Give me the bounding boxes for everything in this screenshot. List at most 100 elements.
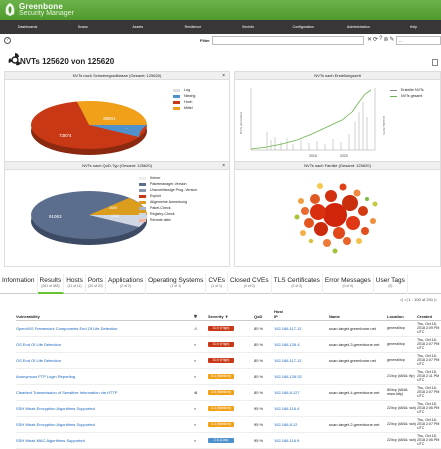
result-hostname: scan-target-3.greenbone.net	[329, 336, 387, 353]
result-vulnerability[interactable]: Cleartext Transmission of Sensitive Info…	[16, 384, 194, 401]
solution-type-icon: ⊗	[194, 384, 208, 401]
nav-resilience[interactable]: Resilience	[165, 25, 220, 29]
creation-legend: Erstellte NVTs NVTs gesamt	[390, 88, 424, 100]
new-dashboard-icon[interactable]	[432, 59, 438, 66]
tab-applications[interactable]: Applications (2 of 2)	[106, 274, 147, 294]
tab-cves[interactable]: CVEs (1 of 1)	[206, 274, 228, 294]
result-vulnerability[interactable]: OS End Of Life Detection	[16, 352, 194, 369]
result-location: 21/tcp (IANA: ftp)	[387, 368, 417, 385]
solution-type-icon: ⚠	[194, 320, 208, 337]
greenbone-logo-icon[interactable]	[3, 2, 17, 17]
nav-dashboards[interactable]: Dashboards	[0, 25, 55, 29]
nav-secinfo[interactable]: SecInfo	[221, 25, 276, 29]
filter-input[interactable]	[212, 36, 364, 45]
refresh-icon[interactable]: ⟳	[373, 36, 378, 43]
result-ip[interactable]: 192.168.126.4	[274, 336, 329, 353]
table-row[interactable]: SSH Weak Encryption Algorithms Supported…	[16, 400, 441, 417]
pagination[interactable]: ◁ ◁ 1 - 100 of 241 ▷	[400, 297, 437, 302]
result-vulnerability[interactable]: Anonymous FTP Login Reporting	[16, 368, 194, 385]
table-row[interactable]: Anonymous FTP Login Reporting ≈6.4 (Mediu…	[16, 368, 441, 385]
result-ip[interactable]: 192.168.8.127	[274, 384, 329, 401]
brand-subtitle: Security Manager	[19, 10, 74, 17]
tab-closed-cves[interactable]: Closed CVEs (0 of 0)	[228, 274, 272, 294]
clear-filter-icon[interactable]: ✕	[367, 36, 372, 43]
family-panel: NVTs nach Familie (Gesamt: 125620)	[234, 161, 441, 267]
result-vulnerability[interactable]: OpenVAS Framework Components End Of Life…	[16, 320, 194, 337]
tab-user-tags[interactable]: User Tags (0)	[374, 274, 408, 294]
table-row[interactable]: Cleartext Transmission of Sensitive Info…	[16, 384, 441, 401]
col-name[interactable]: Name	[329, 305, 387, 321]
creation-bars	[266, 102, 368, 150]
qod-panel-title: NVTs nach QoD-Typ (Gesamt: 125620)	[82, 163, 152, 168]
reset-filter-icon[interactable]: ⊚	[383, 36, 388, 43]
result-ip[interactable]: 192.168.116.9	[274, 432, 329, 449]
table-row[interactable]: OS End Of Life Detection ≈10.0 (High) 80 %…	[16, 336, 441, 353]
family-panel-title: NVTs nach Familie (Gesamt: 125620)	[304, 163, 371, 168]
filter-help-icon[interactable]: ?	[379, 36, 382, 43]
result-ip[interactable]: 192.168.126.52	[274, 368, 329, 385]
page-title: NVTs 125620 von 125620	[20, 57, 115, 66]
tab-ports[interactable]: Ports (20 of 20)	[86, 274, 107, 294]
result-severity: 10.0 (High)	[208, 320, 254, 337]
qod-panel: NVTs nach QoD-Typ (Gesamt: 125620) × 910…	[4, 161, 230, 267]
legend-high: Hoch	[173, 100, 195, 104]
tab-tls-certificates[interactable]: TLS Certificates (2 of 2)	[272, 274, 323, 294]
col-qod[interactable]: QoD	[254, 305, 274, 321]
result-ip[interactable]: 192.168.116.4	[274, 400, 329, 417]
solution-type-icon: ≈	[194, 368, 208, 385]
result-created: Thu, Oct 18, 2018 2:07 PM UTC	[417, 384, 441, 401]
nav-help[interactable]: Help	[386, 25, 441, 29]
nav-administration[interactable]: Administration	[331, 25, 386, 29]
legend-created: Erstellte NVTs	[390, 88, 424, 92]
result-qod: 80 %	[254, 352, 274, 369]
tab-operating-systems[interactable]: Operating Systems (1 of 1)	[146, 274, 207, 294]
creation-time-chart[interactable]: NVTs (kumuliert) Erstellte NVTs 2015 202…	[237, 82, 387, 164]
col-created[interactable]: Created	[417, 305, 441, 321]
table-row[interactable]: OpenVAS Framework Components End Of Life…	[16, 320, 441, 337]
nav-configuration[interactable]: Configuration	[276, 25, 331, 29]
result-location: 80/tcp (IANA: www-http)	[387, 384, 417, 401]
edit-filter-icon[interactable]: ✎	[389, 36, 394, 43]
tab-error-messages[interactable]: Error Messages (0 of 0)	[323, 274, 374, 294]
creation-y2-label: Erstellte NVTs	[382, 116, 386, 135]
col-severity[interactable]: Severity ▼	[208, 305, 254, 321]
pie-label-medium: 39501	[103, 116, 116, 121]
solution-type-icon: ≈	[194, 336, 208, 353]
result-severity: 10.0 (High)	[208, 352, 254, 369]
nav-scans[interactable]: Scans	[55, 25, 110, 29]
family-bubble-chart[interactable]	[235, 171, 440, 267]
close-icon[interactable]: ×	[222, 162, 225, 170]
result-hostname: scan-target.greenbone.net	[329, 352, 387, 369]
severity-pie-chart[interactable]: 39501 73874 ...	[13, 81, 173, 166]
solution-type-icon: ≈	[194, 352, 208, 369]
results-table: Vulnerability ⛨ Severity ▼ QoD Host IP Na…	[16, 305, 441, 449]
help-icon[interactable]: ?	[4, 37, 11, 44]
table-header-row: Vulnerability ⛨ Severity ▼ QoD Host IP Na…	[16, 305, 441, 321]
table-row[interactable]: SSH Weak MAC Algorithms Supported ≈2.6 (L…	[16, 432, 441, 449]
result-vulnerability[interactable]: SSH Weak Encryption Algorithms Supported	[16, 400, 194, 417]
result-created: Thu, Oct 18, 2018 2:07 PM UTC	[417, 352, 441, 369]
result-location: general/tcp	[387, 352, 417, 369]
result-location: general/tcp	[387, 336, 417, 353]
table-row[interactable]: OS End Of Life Detection ≈10.0 (High) 80 %…	[16, 352, 441, 369]
col-location[interactable]: Location	[387, 305, 417, 321]
close-icon[interactable]: ×	[222, 72, 225, 80]
result-qod: 95 %	[254, 400, 274, 417]
result-ip[interactable]: 192.168.117.12	[274, 352, 329, 369]
result-ip[interactable]: 192.168.117.12	[274, 320, 329, 337]
result-vulnerability[interactable]: OS End Of Life Detection	[16, 336, 194, 353]
filter-select[interactable]: --	[396, 36, 441, 45]
result-location: general/tcp	[387, 320, 417, 337]
tab-results[interactable]: Results (261 of 383)	[37, 274, 65, 294]
result-vulnerability[interactable]: SSH Weak MAC Algorithms Supported	[16, 432, 194, 449]
result-hostname	[329, 400, 387, 417]
result-created: Thu, Oct 18, 2018 2:06 PM UTC	[417, 432, 441, 449]
tab-hosts[interactable]: Hosts (11 of 11)	[64, 274, 86, 294]
severity-bar: 4.3 (Medium)	[208, 422, 234, 427]
result-created: Thu, Oct 18, 2018 2:11 PM UTC	[417, 368, 441, 385]
col-ip[interactable]: Host IP	[274, 305, 329, 321]
nav-assets[interactable]: Assets	[110, 25, 165, 29]
col-vulnerability[interactable]: Vulnerability	[16, 305, 194, 321]
legend-total: NVTs gesamt	[390, 94, 424, 98]
tab-information[interactable]: Information	[0, 274, 38, 294]
